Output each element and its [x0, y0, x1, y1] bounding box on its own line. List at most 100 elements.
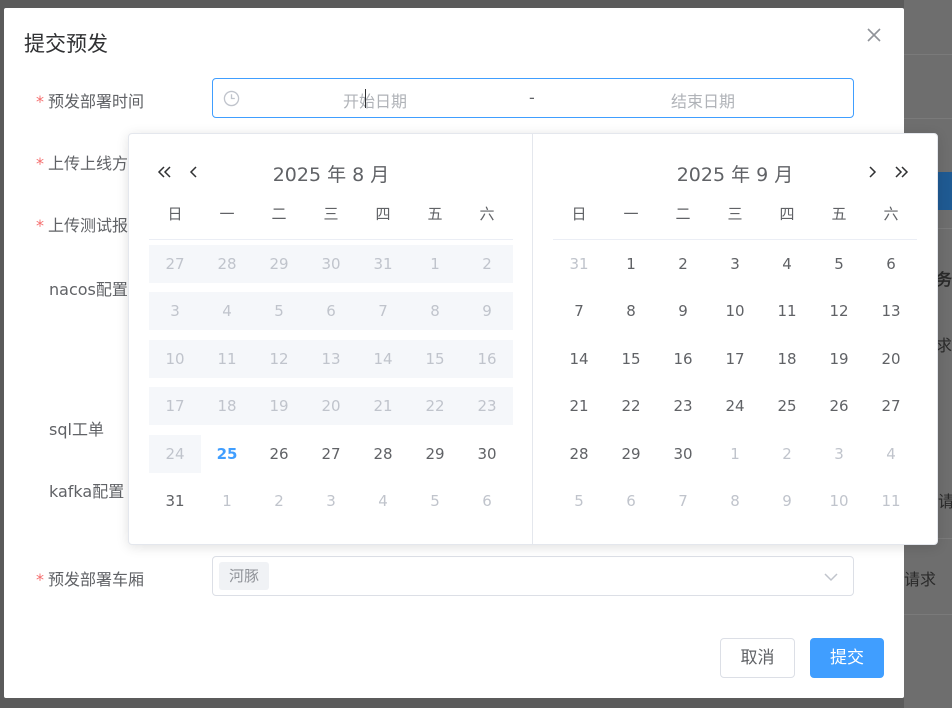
week-row: 7 8 9 10 11 12 13 — [553, 292, 917, 330]
day-cell[interactable]: 7 — [553, 292, 605, 330]
day-cell[interactable]: 8 — [605, 292, 657, 330]
weekday-label: 二 — [675, 205, 691, 223]
week-row: 27 28 29 30 31 1 2 — [149, 245, 513, 283]
day-cell[interactable]: 5 — [813, 245, 865, 283]
day-cell: 30 — [305, 245, 357, 283]
day-cell: 23 — [461, 387, 513, 426]
day-cell[interactable]: 20 — [865, 340, 917, 378]
day-cell[interactable]: 6 — [605, 482, 657, 520]
day-cell[interactable]: 28 — [357, 435, 409, 473]
day-cell[interactable]: 22 — [605, 387, 657, 425]
day-cell[interactable]: 25 — [761, 387, 813, 425]
day-cell[interactable]: 19 — [813, 340, 865, 378]
day-cell[interactable]: 4 — [357, 482, 409, 520]
week-row: 21 22 23 24 25 26 27 — [553, 387, 917, 425]
day-cell[interactable]: 8 — [709, 482, 761, 520]
day-cell[interactable]: 6 — [461, 482, 513, 520]
day-cell[interactable]: 1 — [605, 245, 657, 283]
day-cell-today[interactable]: 25 — [201, 435, 253, 473]
weekday-label: 一 — [219, 205, 235, 223]
background-divider — [904, 614, 952, 615]
day-cell[interactable]: 30 — [657, 435, 709, 473]
required-mark: * — [36, 92, 44, 111]
day-cell[interactable]: 16 — [657, 340, 709, 378]
day-cell[interactable]: 3 — [813, 435, 865, 473]
day-cell[interactable]: 2 — [253, 482, 305, 520]
day-cell[interactable]: 28 — [553, 435, 605, 473]
week-row: 14 15 16 17 18 19 20 — [553, 340, 917, 378]
day-cell[interactable]: 24 — [709, 387, 761, 425]
label-text: 上传上线方 — [48, 154, 129, 173]
left-month-title: 2025 年 8 月 — [272, 164, 390, 186]
day-cell[interactable]: 27 — [865, 387, 917, 425]
weekday-label: 四 — [375, 205, 391, 223]
day-cell[interactable]: 21 — [553, 387, 605, 425]
day-cell[interactable]: 26 — [813, 387, 865, 425]
week-row: 3456789 — [149, 292, 513, 331]
day-cell: 13 — [305, 339, 357, 378]
day-cell[interactable]: 9 — [761, 482, 813, 520]
day-cell[interactable]: 11 — [865, 482, 917, 520]
day-cell: 22 — [409, 387, 461, 426]
chevron-down-icon[interactable] — [823, 569, 839, 585]
background-divider — [904, 118, 952, 119]
day-cell: 17 — [149, 387, 201, 426]
day-cell[interactable]: 5 — [553, 482, 605, 520]
day-cell[interactable]: 1 — [709, 435, 761, 473]
day-cell: 1 — [409, 245, 461, 283]
day-cell: 2 — [461, 245, 513, 283]
day-cell[interactable]: 7 — [657, 482, 709, 520]
background-divider — [904, 54, 952, 55]
required-mark: * — [36, 154, 44, 173]
day-cell[interactable]: 4 — [761, 245, 813, 283]
week-row: 31 1 2 3 4 5 6 — [149, 482, 513, 520]
day-cell[interactable]: 4 — [865, 435, 917, 473]
weekday-label: 四 — [779, 205, 795, 223]
day-cell[interactable]: 2 — [761, 435, 813, 473]
day-cell: 12 — [253, 339, 305, 378]
date-range-input[interactable]: 开始日期 - 结束日期 — [212, 78, 854, 118]
start-date-input[interactable]: 开始日期 — [325, 88, 425, 112]
day-cell[interactable]: 29 — [409, 435, 461, 473]
day-cell[interactable]: 23 — [657, 387, 709, 425]
day-cell: 18 — [201, 387, 253, 426]
day-cell[interactable]: 11 — [761, 292, 813, 330]
week-row: 24 25 26 27 28 29 30 — [149, 434, 513, 473]
day-cell[interactable]: 10 — [709, 292, 761, 330]
weekday-label: 日 — [571, 205, 587, 223]
day-cell[interactable]: 5 — [409, 482, 461, 520]
carriage-select[interactable]: 河豚 — [212, 556, 854, 596]
day-cell[interactable]: 30 — [461, 435, 513, 473]
clock-icon — [223, 90, 240, 107]
day-cell[interactable]: 13 — [865, 292, 917, 330]
day-cell[interactable]: 17 — [709, 340, 761, 378]
day-cell: 3 — [149, 292, 201, 331]
day-cell[interactable]: 26 — [253, 435, 305, 473]
nacos-label: nacos配置 — [49, 280, 128, 299]
day-cell[interactable]: 3 — [305, 482, 357, 520]
day-cell[interactable]: 10 — [813, 482, 865, 520]
day-cell[interactable]: 31 — [553, 245, 605, 283]
day-cell[interactable]: 18 — [761, 340, 813, 378]
day-cell[interactable]: 15 — [605, 340, 657, 378]
carriage-tag: 河豚 — [219, 562, 270, 590]
weekday-label: 三 — [727, 205, 743, 223]
end-date-input[interactable]: 结束日期 — [653, 88, 753, 112]
day-cell[interactable]: 29 — [605, 435, 657, 473]
day-cell[interactable]: 3 — [709, 245, 761, 283]
day-cell[interactable]: 31 — [149, 482, 201, 520]
day-cell: 6 — [305, 292, 357, 331]
day-cell[interactable]: 14 — [553, 340, 605, 378]
deploy-time-label: * 预发部署时间 — [36, 88, 144, 112]
submit-button[interactable]: 提交 — [810, 638, 884, 678]
day-cell[interactable]: 2 — [657, 245, 709, 283]
week-row: 5 6 7 8 9 10 11 — [553, 482, 917, 520]
weekday-label: 六 — [883, 205, 899, 223]
close-icon[interactable] — [864, 25, 884, 45]
cancel-button[interactable]: 取消 — [720, 638, 795, 678]
day-cell[interactable]: 12 — [813, 292, 865, 330]
day-cell[interactable]: 9 — [657, 292, 709, 330]
day-cell[interactable]: 1 — [201, 482, 253, 520]
day-cell[interactable]: 6 — [865, 245, 917, 283]
day-cell[interactable]: 27 — [305, 435, 357, 473]
